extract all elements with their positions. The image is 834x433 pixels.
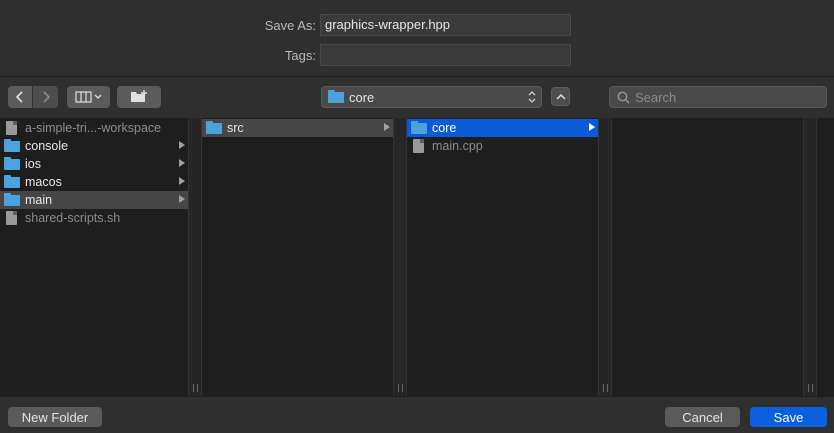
- save-as-label: Save As:: [264, 18, 316, 33]
- tags-field[interactable]: [320, 44, 571, 66]
- updown-chevron-icon: [528, 91, 536, 103]
- disclosure-arrow-icon: [179, 141, 185, 149]
- column-2: src: [202, 118, 393, 396]
- chevron-right-icon: [42, 91, 50, 103]
- cancel-button[interactable]: Cancel: [665, 407, 740, 427]
- save-header: Save As: graphics-wrapper.hpp Tags:: [0, 0, 834, 76]
- new-folder-toolbar-button[interactable]: [117, 86, 161, 108]
- filename-field[interactable]: graphics-wrapper.hpp: [320, 14, 571, 36]
- search-placeholder: Search: [635, 89, 677, 105]
- folder-icon: [4, 157, 20, 171]
- forward-button[interactable]: [33, 86, 58, 108]
- dialog-footer: New Folder Cancel Save: [0, 397, 834, 433]
- list-item[interactable]: core: [407, 119, 598, 137]
- list-item[interactable]: main.cpp: [407, 137, 598, 155]
- column-resize-handle[interactable]: [803, 118, 817, 396]
- disclosure-arrow-icon: [179, 177, 185, 185]
- toolbar: core Search: [0, 77, 834, 118]
- column-resize-handle[interactable]: [188, 118, 202, 396]
- collapse-button[interactable]: [551, 87, 570, 106]
- column-1: a-simple-tri...-workspace console ios ma…: [0, 118, 188, 396]
- column-resize-handle[interactable]: [598, 118, 612, 396]
- disclosure-arrow-icon: [179, 195, 185, 203]
- disclosure-arrow-icon: [384, 123, 390, 131]
- column-view-icon: [74, 91, 101, 103]
- column-browser: a-simple-tri...-workspace console ios ma…: [0, 118, 834, 396]
- new-folder-icon: [131, 90, 147, 102]
- column-3: core main.cpp: [407, 118, 598, 396]
- column-resize-handle[interactable]: [393, 118, 407, 396]
- chevron-left-icon: [15, 91, 23, 103]
- location-label: core: [349, 89, 375, 105]
- cpp-file-icon: [411, 139, 427, 153]
- list-item[interactable]: ios: [0, 155, 188, 173]
- column-4: [612, 118, 803, 396]
- document-icon: [4, 211, 20, 225]
- folder-icon: [206, 121, 222, 135]
- new-folder-button[interactable]: New Folder: [8, 407, 102, 427]
- tags-label: Tags:: [284, 48, 316, 63]
- back-button[interactable]: [8, 86, 32, 108]
- list-item[interactable]: src: [202, 119, 393, 137]
- search-field[interactable]: Search: [609, 86, 827, 108]
- list-item[interactable]: macos: [0, 173, 188, 191]
- folder-icon: [4, 175, 20, 189]
- folder-icon: [411, 121, 427, 135]
- list-item[interactable]: console: [0, 137, 188, 155]
- disclosure-arrow-icon: [179, 159, 185, 167]
- folder-icon: [4, 139, 20, 153]
- location-popup[interactable]: core: [321, 86, 542, 108]
- list-item[interactable]: shared-scripts.sh: [0, 209, 188, 227]
- column-5: [817, 118, 834, 396]
- list-item[interactable]: main: [0, 191, 188, 209]
- document-icon: [4, 121, 20, 135]
- view-mode-button[interactable]: [67, 86, 110, 108]
- save-button[interactable]: Save: [750, 407, 827, 427]
- folder-icon: [328, 90, 344, 103]
- search-icon: [617, 91, 630, 104]
- folder-icon: [4, 193, 20, 207]
- list-item[interactable]: a-simple-tri...-workspace: [0, 119, 188, 137]
- chevron-up-icon: [555, 93, 566, 100]
- disclosure-arrow-icon: [589, 123, 595, 131]
